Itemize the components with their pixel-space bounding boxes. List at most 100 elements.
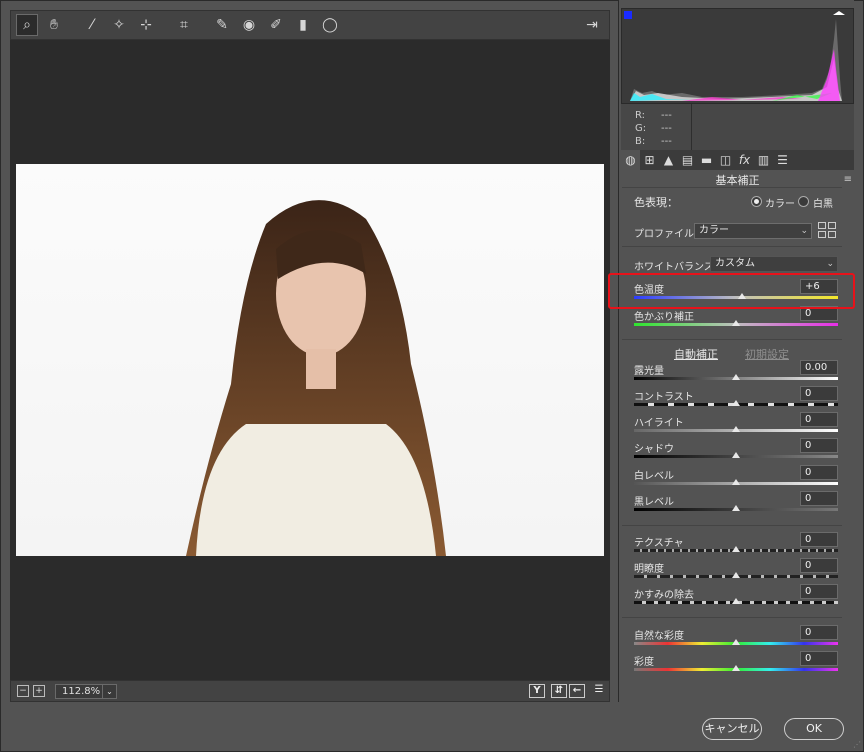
contrast-slider-thumb[interactable]: [732, 400, 740, 406]
tab-presets[interactable]: ☰: [773, 150, 792, 170]
shadows-value-field[interactable]: 0: [800, 438, 838, 453]
dehaze-slider-thumb[interactable]: [732, 598, 740, 604]
texture-slider-thumb[interactable]: [732, 546, 740, 552]
g-label: G:: [635, 123, 647, 134]
hand-icon: ✋︎: [50, 17, 58, 33]
rgb-readout: R: --- G: --- B: ---: [621, 104, 854, 150]
hand-tool[interactable]: ✋︎: [43, 14, 65, 36]
zoom-icon: ⌕: [23, 17, 31, 33]
divider: [622, 246, 842, 247]
color-sampler-tool[interactable]: ✧: [108, 14, 130, 36]
texture-label: テクスチャ: [634, 538, 684, 549]
saturation-value-field[interactable]: 0: [800, 651, 838, 666]
portrait-image: [186, 200, 446, 556]
divider: [622, 339, 842, 340]
bw-option-label: 白黒: [813, 199, 833, 210]
zoom-tool[interactable]: ⌕: [16, 14, 38, 36]
tint-label: 色かぶり補正: [634, 312, 694, 323]
crop-tool[interactable]: ⌗: [173, 14, 195, 36]
whites-slider-thumb[interactable]: [732, 479, 740, 485]
color-sampler-icon: ✧: [113, 17, 125, 33]
minus-icon: −: [19, 686, 27, 696]
r-label: R:: [635, 110, 646, 121]
default-link[interactable]: 初期設定: [745, 346, 789, 362]
contrast-value-field[interactable]: 0: [800, 386, 838, 401]
vibrance-slider-thumb[interactable]: [732, 639, 740, 645]
tab-hsl[interactable]: ▤: [678, 150, 697, 170]
zoom-level-value: 112.8%: [62, 686, 101, 697]
resize-grip-icon[interactable]: ⋰: [853, 740, 861, 749]
before-after-button[interactable]: Y: [529, 684, 545, 698]
zoom-in-button[interactable]: +: [33, 685, 45, 697]
red-eye-tool[interactable]: ◉: [238, 14, 260, 36]
blacks-slider-thumb[interactable]: [732, 505, 740, 511]
aperture-icon: ◍: [625, 153, 636, 167]
spot-removal-icon: ✎: [216, 17, 228, 33]
swap-settings-button[interactable]: ⇵: [551, 684, 567, 698]
divider: [622, 525, 842, 526]
dehaze-value-field[interactable]: 0: [800, 584, 838, 599]
panel-menu-button[interactable]: ≡: [844, 174, 852, 185]
blacks-value-field[interactable]: 0: [800, 491, 838, 506]
graduated-filter-tool[interactable]: ▮: [292, 14, 314, 36]
wb-select[interactable]: カスタム ⌄: [710, 256, 838, 272]
contrast-label: コントラスト: [634, 392, 694, 403]
cancel-button[interactable]: キャンセル: [702, 718, 762, 740]
fx-icon: fx: [738, 153, 751, 167]
preview-settings-button[interactable]: ☰: [591, 684, 607, 698]
white-balance-eyedropper-icon: ⁄: [90, 17, 94, 33]
profile-select[interactable]: カラー ⌄: [694, 223, 812, 239]
tab-lens[interactable]: ◫: [716, 150, 735, 170]
panel-tabs: ◍ ⊞ ▲ ▤ ▬ ◫ fx ▥ ☰: [621, 150, 854, 170]
target-adjust-icon: ⊹: [140, 17, 152, 33]
bw-radio[interactable]: [798, 196, 809, 207]
profile-browser-button[interactable]: [818, 222, 836, 238]
histogram: [621, 8, 854, 104]
preview-photo: [16, 164, 604, 556]
histogram-graph: [624, 11, 845, 101]
texture-value-field[interactable]: 0: [800, 532, 838, 547]
exposure-label: 露光量: [634, 366, 664, 377]
exposure-value-field[interactable]: 0.00: [800, 360, 838, 375]
export-button[interactable]: ⇥: [581, 14, 603, 36]
adjustment-brush-tool[interactable]: ✐: [265, 14, 287, 36]
tab-basic[interactable]: ◍: [621, 150, 640, 170]
highlight-clipping-icon: [833, 11, 845, 15]
ok-button[interactable]: OK: [784, 718, 844, 740]
tab-split-toning[interactable]: ▬: [697, 150, 716, 170]
blacks-label: 黒レベル: [634, 497, 674, 508]
whites-value-field[interactable]: 0: [800, 465, 838, 480]
target-adjust-tool[interactable]: ⊹: [135, 14, 157, 36]
radial-filter-tool[interactable]: ◯: [319, 14, 341, 36]
spot-removal-tool[interactable]: ✎: [211, 14, 233, 36]
vibrance-value-field[interactable]: 0: [800, 625, 838, 640]
exposure-slider-thumb[interactable]: [732, 374, 740, 380]
zoom-out-button[interactable]: −: [17, 685, 29, 697]
tab-calibration[interactable]: ▥: [754, 150, 773, 170]
white-balance-tool[interactable]: ⁄: [81, 14, 103, 36]
highlights-slider-thumb[interactable]: [732, 426, 740, 432]
auto-link[interactable]: 自動補正: [674, 346, 718, 362]
shadow-clipping-icon: [624, 11, 632, 19]
clarity-slider-thumb[interactable]: [732, 572, 740, 578]
radial-filter-icon: ◯: [322, 17, 338, 33]
color-radio[interactable]: [751, 196, 762, 207]
tool-bar: ⌕ ✋︎ ⁄ ✧ ⊹ ⌗ ✎ ◉ ✐ ▮ ◯ ⇥: [10, 10, 610, 40]
wb-value: カスタム: [715, 258, 755, 269]
vibrance-label: 自然な彩度: [634, 631, 684, 642]
dehaze-label: かすみの除去: [634, 590, 694, 601]
graduated-filter-icon: ▮: [299, 17, 307, 33]
clarity-value-field[interactable]: 0: [800, 558, 838, 573]
highlights-value-field[interactable]: 0: [800, 412, 838, 427]
crop-icon: ⌗: [180, 17, 188, 33]
copy-settings-button[interactable]: ←: [569, 684, 585, 698]
b-label: B:: [635, 136, 646, 147]
panel-title: 基本補正: [715, 174, 760, 187]
tab-detail[interactable]: ▲: [659, 150, 678, 170]
tab-effects[interactable]: fx: [735, 150, 754, 170]
zoom-level-select[interactable]: 112.8% ⌄: [55, 684, 117, 699]
tint-slider-thumb[interactable]: [732, 320, 740, 326]
saturation-slider-thumb[interactable]: [732, 665, 740, 671]
tab-tone-curve[interactable]: ⊞: [640, 150, 659, 170]
shadows-slider-thumb[interactable]: [732, 452, 740, 458]
